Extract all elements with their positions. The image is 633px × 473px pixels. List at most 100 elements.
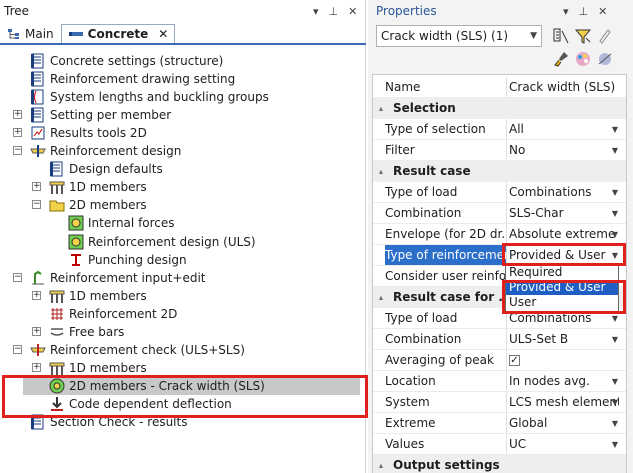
tree-expander[interactable]: + bbox=[32, 182, 41, 192]
property-section-header[interactable]: ▴ Result case bbox=[373, 161, 626, 182]
chevron-down-icon[interactable]: ▼ bbox=[612, 392, 618, 413]
property-row[interactable]: Combination SLS-Char ▼ bbox=[373, 203, 626, 224]
select-filter-icon[interactable] bbox=[552, 27, 570, 45]
color-palette-icon[interactable] bbox=[574, 50, 592, 68]
property-value-text: ULS-Set B bbox=[509, 332, 569, 346]
tree-expander[interactable]: + bbox=[32, 290, 41, 300]
property-row[interactable]: Location In nodes avg. ▼ bbox=[373, 371, 626, 392]
close-icon[interactable]: ✕ bbox=[598, 5, 607, 18]
property-row[interactable]: Type of load Combinations ▼ bbox=[373, 182, 626, 203]
property-value[interactable]: Absolute extreme bbox=[509, 224, 619, 245]
tree-item[interactable]: Concrete settings (structure) bbox=[30, 52, 223, 70]
property-value[interactable]: ULS-Set B bbox=[509, 329, 619, 350]
dropdown-menu-icon[interactable]: ▾ bbox=[563, 5, 569, 18]
chevron-down-icon[interactable]: ▼ bbox=[612, 371, 618, 392]
property-value[interactable]: UC bbox=[509, 434, 619, 455]
tree-item[interactable]: Internal forces bbox=[68, 214, 175, 232]
tree-expander[interactable]: − bbox=[13, 272, 22, 282]
chevron-down-icon[interactable]: ▼ bbox=[612, 434, 618, 455]
tree-item[interactable]: Reinforcement design bbox=[30, 142, 181, 160]
collapse-icon[interactable]: ▴ bbox=[379, 455, 383, 473]
tree-item[interactable]: System lengths and buckling groups bbox=[30, 88, 269, 106]
dimension-tool-icon[interactable] bbox=[596, 50, 614, 68]
tree-item[interactable]: 2D members bbox=[49, 196, 147, 214]
tree-item-label: Reinforcement design bbox=[50, 144, 182, 159]
tree-expander[interactable]: − bbox=[13, 344, 22, 354]
properties-panel-title: Properties bbox=[376, 4, 437, 18]
chevron-down-icon[interactable]: ▼ bbox=[612, 119, 618, 140]
property-row[interactable]: Averaging of peak ✓ bbox=[373, 350, 626, 371]
collapse-icon[interactable]: ▴ bbox=[379, 98, 383, 119]
property-row[interactable]: Combination ULS-Set B ▼ bbox=[373, 329, 626, 350]
tree-item[interactable]: Reinforcement drawing setting bbox=[30, 70, 235, 88]
tree-item[interactable]: 1D members bbox=[49, 178, 147, 196]
tab-main-label: Main bbox=[25, 27, 54, 41]
property-value[interactable]: Combinations bbox=[509, 182, 619, 203]
tree-item[interactable]: 1D members bbox=[49, 287, 147, 305]
property-row[interactable]: Values UC ▼ bbox=[373, 434, 626, 455]
pin-icon[interactable]: ⊥ bbox=[579, 5, 589, 18]
collapse-icon[interactable]: ▴ bbox=[379, 161, 383, 182]
property-value[interactable]: Crack width (SLS) bbox=[509, 77, 619, 98]
property-row[interactable]: Envelope (for 2D dr... Absolute extreme ▼ bbox=[373, 224, 626, 245]
collapse-icon[interactable]: ▴ bbox=[379, 287, 383, 308]
tree-expander[interactable]: − bbox=[32, 200, 41, 210]
properties-selector-combo[interactable]: Crack width (SLS) (1) ▼ bbox=[376, 25, 542, 47]
tree-item[interactable]: Results tools 2D bbox=[30, 124, 147, 142]
property-value[interactable]: LCS mesh element bbox=[509, 392, 619, 413]
pencil-icon[interactable] bbox=[596, 27, 614, 45]
property-value-text: SLS-Char bbox=[509, 206, 564, 220]
tree-item-label: 1D members bbox=[69, 288, 147, 303]
tree-expander[interactable]: + bbox=[32, 362, 41, 372]
input-edit-icon bbox=[32, 270, 44, 285]
chevron-down-icon[interactable]: ▼ bbox=[612, 329, 618, 350]
tab-close-icon[interactable]: ✕ bbox=[158, 25, 168, 43]
chevron-down-icon[interactable]: ▼ bbox=[612, 182, 618, 203]
tab-concrete-label: Concrete bbox=[87, 27, 149, 41]
property-value[interactable]: Global bbox=[509, 413, 619, 434]
funnel-filter-icon[interactable] bbox=[574, 27, 592, 45]
chevron-down-icon[interactable]: ▼ bbox=[612, 413, 618, 434]
property-row[interactable]: Extreme Global ▼ bbox=[373, 413, 626, 434]
property-section-header[interactable]: ▴ Selection bbox=[373, 98, 626, 119]
property-name: Values bbox=[385, 434, 507, 455]
tree-item[interactable]: Reinforcement check (ULS+SLS) bbox=[30, 341, 245, 359]
tree-expander[interactable]: + bbox=[13, 110, 22, 120]
chevron-down-icon[interactable]: ▼ bbox=[612, 224, 618, 245]
chevron-down-icon[interactable]: ▼ bbox=[612, 140, 618, 161]
design-defaults-icon bbox=[50, 161, 63, 177]
pin-icon[interactable]: ⊥ bbox=[329, 5, 339, 18]
tab-concrete[interactable]: Concrete ✕ bbox=[60, 24, 176, 44]
section-label: Output settings bbox=[393, 458, 500, 472]
property-value[interactable]: No bbox=[509, 140, 619, 161]
tree-expander[interactable]: − bbox=[13, 146, 22, 156]
property-checkbox[interactable]: ✓ bbox=[509, 355, 520, 366]
tree-item[interactable]: Reinforcement 2D bbox=[49, 305, 177, 323]
close-icon[interactable]: ✕ bbox=[348, 5, 357, 18]
property-section-header[interactable]: ▴ Output settings bbox=[373, 455, 626, 473]
tree-expander[interactable]: + bbox=[13, 128, 22, 138]
tree-item[interactable]: Punching design bbox=[68, 251, 187, 269]
tree-item[interactable]: Free bars bbox=[49, 323, 124, 341]
tree-item-label: Punching design bbox=[88, 252, 187, 267]
tree-item-label: Results tools 2D bbox=[50, 126, 147, 141]
tree-item[interactable]: Setting per member bbox=[30, 106, 171, 124]
property-value[interactable]: All bbox=[509, 119, 619, 140]
tree-item[interactable]: Design defaults bbox=[49, 160, 163, 178]
dropdown-menu-icon[interactable]: ▾ bbox=[313, 5, 319, 18]
property-value-text: Global bbox=[509, 416, 548, 430]
brush-icon[interactable] bbox=[552, 50, 570, 68]
tab-main[interactable]: Main bbox=[0, 24, 61, 44]
property-value[interactable]: In nodes avg. bbox=[509, 371, 619, 392]
property-row[interactable]: Type of selection All ▼ bbox=[373, 119, 626, 140]
tree-item[interactable]: Reinforcement design (ULS) bbox=[68, 233, 256, 251]
dropdown-option-required[interactable]: Required bbox=[506, 265, 618, 280]
property-row[interactable]: Filter No ▼ bbox=[373, 140, 626, 161]
property-value[interactable]: SLS-Char bbox=[509, 203, 619, 224]
tree-expander[interactable]: + bbox=[32, 326, 41, 336]
chevron-down-icon[interactable]: ▼ bbox=[612, 203, 618, 224]
property-value[interactable]: ✓ bbox=[509, 350, 619, 371]
property-row[interactable]: Name Crack width (SLS) bbox=[373, 77, 626, 98]
tree-item[interactable]: Reinforcement input+edit bbox=[30, 269, 206, 287]
property-row[interactable]: System LCS mesh element ▼ bbox=[373, 392, 626, 413]
